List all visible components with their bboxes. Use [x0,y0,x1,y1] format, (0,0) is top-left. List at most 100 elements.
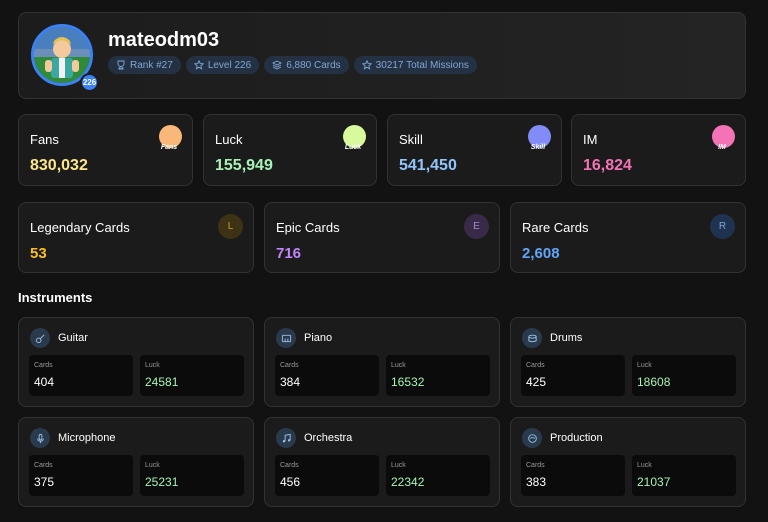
cards-metric: Cards 383 [521,455,625,496]
rarity-value: 53 [30,245,47,262]
metric-value: 16532 [391,375,425,389]
instrument-name: Microphone [58,432,116,444]
metric-label: Cards [526,362,545,369]
stat-card-luck: Luck 155,949 Luck [203,114,377,186]
instrument-card-piano: Piano Cards 384 Luck 16532 [264,317,500,407]
metric-value: 22342 [391,475,425,489]
metric-value: 404 [34,375,55,389]
cards-chip-label: 6,880 Cards [286,59,341,71]
metric-label: Luck [145,362,160,369]
metric-value: 25231 [145,475,179,489]
music-note-icon [276,428,296,448]
metric-value: 24581 [145,375,179,389]
disc-icon [522,428,542,448]
instrument-card-production: Production Cards 383 Luck 21037 [510,417,746,507]
luck-metric: Luck 22342 [386,455,490,496]
instrument-name: Orchestra [304,432,353,444]
metric-label: Luck [391,362,406,369]
rarity-card-rare: Rare Cards 2,608 R [510,202,746,273]
metric-label: Luck [637,362,652,369]
layers-icon [272,60,283,70]
instruments-title: Instruments [18,290,93,305]
rarity-value: 2,608 [522,245,560,262]
metric-label: Cards [280,362,299,369]
avatar-image [34,27,90,83]
cards-chip: 6,880 Cards [264,56,349,74]
instrument-card-orchestra: Orchestra Cards 456 Luck 22342 [264,417,500,507]
metric-label: Cards [34,462,53,469]
piano-icon [276,328,296,348]
luck-metric: Luck 18608 [632,355,736,396]
rarity-card-epic: Epic Cards 716 E [264,202,500,273]
epic-badge: E [464,214,489,239]
metric-value: 21037 [637,475,671,489]
missions-chip: 30217 Total Missions [353,56,477,74]
rank-chip: Rank #27 [108,56,181,74]
stat-card-fans: Fans 830,032 Fans [18,114,193,186]
cards-metric: Cards 456 [275,455,379,496]
cards-metric: Cards 375 [29,455,133,496]
metric-value: 425 [526,375,547,389]
metric-label: Cards [280,462,299,469]
level-chip: Level 226 [185,56,260,74]
profile-chips: Rank #27 Level 226 6,880 Cards 30217 Tot… [108,56,477,74]
instrument-card-microphone: Microphone Cards 375 Luck 25231 [18,417,254,507]
stat-icon-label: IM [718,144,726,151]
stat-value: 155,949 [215,157,273,174]
stat-value: 541,450 [399,157,457,174]
metric-label: Luck [637,462,652,469]
stat-icon-label: Skill [530,144,546,151]
rarity-label: Legendary Cards [30,220,130,235]
stat-card-im: IM 16,824 IM [571,114,746,186]
rank-chip-label: Rank #27 [130,59,173,71]
stat-label: Skill [399,132,423,147]
metric-value: 383 [526,475,547,489]
instrument-card-drums: Drums Cards 425 Luck 18608 [510,317,746,407]
stat-value: 16,824 [583,157,632,174]
rarity-label: Epic Cards [276,220,340,235]
luck-metric: Luck 21037 [632,455,736,496]
instrument-card-guitar: Guitar Cards 404 Luck 24581 [18,317,254,407]
instrument-name: Drums [550,332,583,344]
star-icon [193,60,204,70]
luck-metric: Luck 25231 [140,455,244,496]
luck-metric: Luck 16532 [386,355,490,396]
luck-metric: Luck 24581 [140,355,244,396]
level-chip-label: Level 226 [207,59,252,71]
cards-metric: Cards 384 [275,355,379,396]
metric-value: 375 [34,475,55,489]
stat-icon-label: Fans [160,144,178,151]
metric-value: 384 [280,375,301,389]
stat-card-skill: Skill 541,450 Skill [387,114,562,186]
trophy-icon [117,60,125,70]
missions-chip-label: 30217 Total Missions [375,59,469,71]
legendary-badge: L [218,214,243,239]
stat-label: Fans [30,132,59,147]
guitar-icon [30,328,50,348]
profile-header: 226 mateodm03 Rank #27 Level 226 6,880 C… [18,12,746,99]
metric-label: Luck [145,462,160,469]
metric-label: Cards [34,362,53,369]
cards-metric: Cards 425 [521,355,625,396]
metric-label: Cards [526,462,545,469]
drum-icon [522,328,542,348]
level-badge: 226 [80,73,99,92]
rarity-label: Rare Cards [522,220,589,235]
stat-label: IM [583,132,598,147]
cards-metric: Cards 404 [29,355,133,396]
microphone-icon [30,428,50,448]
stat-value: 830,032 [30,157,88,174]
star-icon [361,60,372,70]
metric-value: 18608 [637,375,671,389]
username: mateodm03 [108,29,220,51]
instrument-name: Production [550,432,603,444]
rare-badge: R [710,214,735,239]
metric-label: Luck [391,462,406,469]
stat-label: Luck [215,132,243,147]
rarity-value: 716 [276,245,302,262]
instrument-name: Guitar [58,332,88,344]
stat-icon-label: Luck [344,144,362,151]
metric-value: 456 [280,475,301,489]
rarity-card-legendary: Legendary Cards 53 L [18,202,254,273]
instrument-name: Piano [304,332,333,344]
